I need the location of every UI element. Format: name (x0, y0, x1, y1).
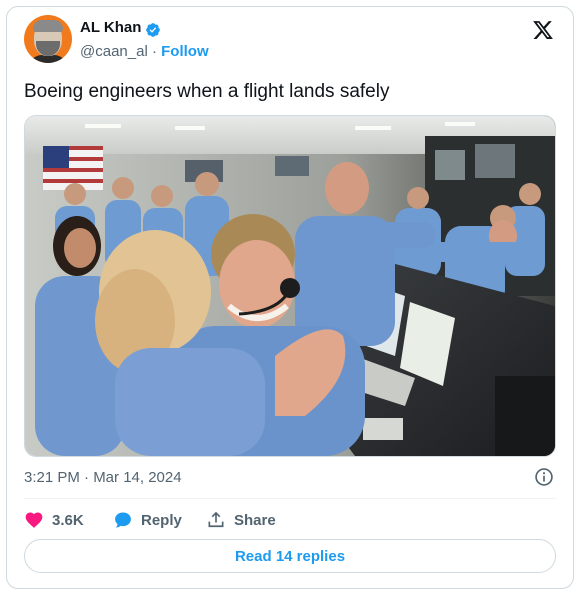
handle-separator: · (151, 43, 157, 60)
author-handle-row: @caan_al · Follow (80, 43, 209, 60)
read-replies-button[interactable]: Read 14 replies (24, 539, 556, 573)
author-avatar[interactable] (24, 15, 72, 63)
author-name[interactable]: AL Khan (80, 19, 141, 36)
avatar-shirt (28, 55, 68, 63)
like-count: 3.6K (52, 511, 84, 529)
mission-control-photo (25, 116, 555, 456)
divider (24, 498, 556, 499)
tweet-text: Boeing engineers when a flight lands saf… (24, 81, 390, 102)
reply-bubble-icon (115, 512, 131, 528)
share-icon (208, 511, 224, 528)
tweet-card: AL Khan @caan_al · Follow Boeing enginee… (6, 6, 574, 589)
x-logo-icon[interactable] (532, 19, 554, 41)
tweet-photo[interactable] (24, 115, 556, 457)
follow-link[interactable]: Follow (161, 43, 209, 60)
share-button[interactable]: Share (206, 509, 276, 531)
tweet-timestamp[interactable]: 3:21 PM · Mar 14, 2024 (24, 469, 182, 486)
avatar-hair (33, 20, 63, 32)
heart-icon (25, 512, 43, 528)
share-label: Share (234, 511, 276, 529)
info-icon[interactable] (534, 467, 554, 487)
reply-button[interactable]: Reply (113, 509, 182, 531)
like-button[interactable]: 3.6K (24, 509, 84, 531)
author-handle[interactable]: @caan_al (80, 43, 148, 60)
reply-label: Reply (141, 511, 182, 529)
verified-badge-icon (146, 23, 160, 37)
